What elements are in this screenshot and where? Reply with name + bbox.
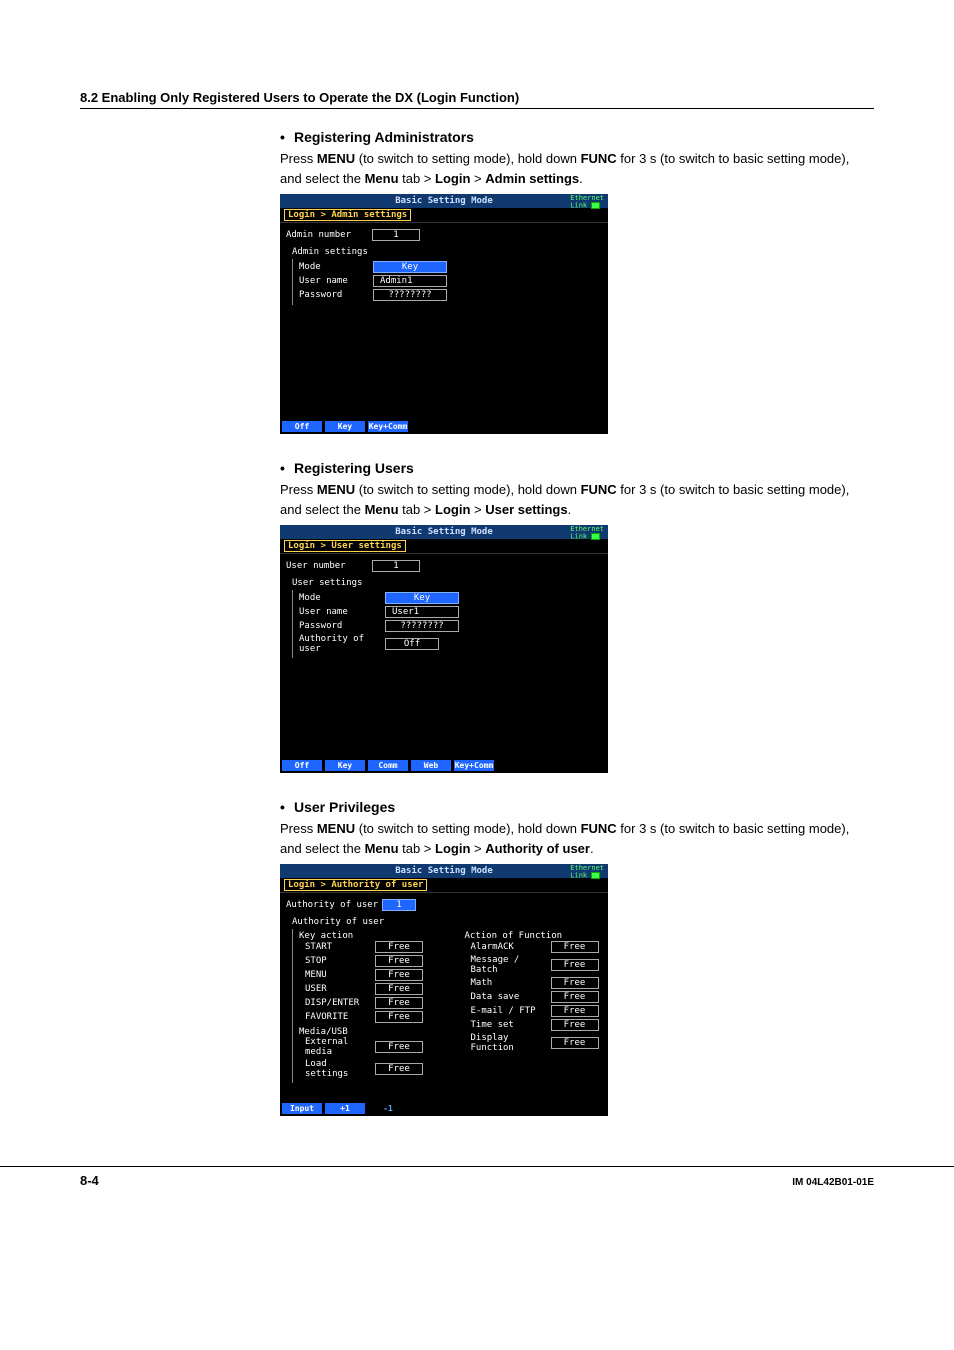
label-mode: Mode [299, 593, 385, 603]
field-loadset[interactable]: Free [375, 1063, 423, 1075]
group-authority: Authority of user [292, 917, 602, 927]
field-password[interactable]: ???????? [385, 620, 459, 632]
field-menu[interactable]: Free [375, 969, 423, 981]
subhead-users: •Registering Users [280, 460, 874, 476]
label-timeset: Time set [471, 1020, 551, 1030]
label-msgbatch: Message / Batch [471, 955, 551, 975]
label-user: USER [305, 984, 375, 994]
ethernet-indicator: Ethernet Link [570, 195, 604, 210]
label-password: Password [299, 621, 385, 631]
breadcrumb: Login > Admin settings [280, 208, 608, 223]
label-dispfunc: Display Function [471, 1033, 551, 1053]
label-stop: STOP [305, 956, 375, 966]
doc-id: IM 04L42B01-01E [792, 1177, 874, 1188]
field-username[interactable]: User1 [385, 606, 459, 618]
field-dispfunc[interactable]: Free [551, 1037, 599, 1049]
field-admin-number[interactable]: 1 [372, 229, 420, 241]
breadcrumb: Login > User settings [280, 539, 608, 554]
page-number: 8-4 [80, 1173, 99, 1188]
field-favorite[interactable]: Free [375, 1011, 423, 1023]
opt-web[interactable]: Web [411, 760, 452, 771]
link-led-icon [591, 872, 600, 879]
field-msgbatch[interactable]: Free [551, 959, 599, 971]
label-authority: Authority of user [299, 634, 385, 654]
field-dispenter[interactable]: Free [375, 997, 423, 1009]
screen-title: Basic Setting Mode Ethernet Link [280, 525, 608, 539]
label-extmedia: External media [305, 1037, 375, 1057]
head-key-action: Key action [299, 931, 437, 941]
label-loadset: Load settings [305, 1059, 375, 1079]
opt-key[interactable]: Key [325, 760, 366, 771]
field-authority[interactable]: Off [385, 638, 439, 650]
label-dispenter: DISP/ENTER [305, 998, 375, 1008]
field-stop[interactable]: Free [375, 955, 423, 967]
field-emailftp[interactable]: Free [551, 1005, 599, 1017]
field-extmedia[interactable]: Free [375, 1041, 423, 1053]
label-math: Math [471, 978, 551, 988]
field-username[interactable]: Admin1 [373, 275, 447, 287]
link-led-icon [591, 533, 600, 540]
label-authority-of-user: Authority of user [286, 900, 382, 910]
desc-admins: Press MENU (to switch to setting mode), … [280, 149, 874, 188]
field-datasave[interactable]: Free [551, 991, 599, 1003]
opt-comm[interactable]: Comm [368, 760, 409, 771]
head-action-function: Action of Function [465, 931, 603, 941]
desc-users: Press MENU (to switch to setting mode), … [280, 480, 874, 519]
group-user-settings: User settings [292, 578, 602, 588]
link-led-icon [591, 202, 600, 209]
screen-admin-settings: Basic Setting Mode Ethernet Link Login >… [280, 194, 608, 434]
field-user-number[interactable]: 1 [372, 560, 420, 572]
label-user-number: User number [286, 561, 372, 571]
label-mode: Mode [299, 262, 373, 272]
field-timeset[interactable]: Free [551, 1019, 599, 1031]
field-user[interactable]: Free [375, 983, 423, 995]
field-start[interactable]: Free [375, 941, 423, 953]
label-admin-number: Admin number [286, 230, 372, 240]
opt-minus1[interactable]: -1 [368, 1103, 409, 1114]
screen-title: Basic Setting Mode Ethernet Link [280, 864, 608, 878]
label-alarmack: AlarmACK [471, 942, 551, 952]
field-authority-num[interactable]: 1 [382, 899, 416, 911]
label-datasave: Data save [471, 992, 551, 1002]
page-section-heading: 8.2 Enabling Only Registered Users to Op… [80, 90, 874, 109]
opt-off[interactable]: Off [282, 421, 323, 432]
head-media-usb: Media/USB [299, 1027, 437, 1037]
subhead-admins: •Registering Administrators [280, 129, 874, 145]
opt-plus1[interactable]: +1 [325, 1103, 366, 1114]
field-alarmack[interactable]: Free [551, 941, 599, 953]
desc-privileges: Press MENU (to switch to setting mode), … [280, 819, 874, 858]
label-menu: MENU [305, 970, 375, 980]
opt-off[interactable]: Off [282, 760, 323, 771]
opt-keycomm[interactable]: Key+Comm [368, 421, 409, 432]
label-favorite: FAVORITE [305, 1012, 375, 1022]
ethernet-indicator: Ethernet Link [570, 526, 604, 541]
field-password[interactable]: ???????? [373, 289, 447, 301]
label-password: Password [299, 290, 373, 300]
opt-keycomm[interactable]: Key+Comm [454, 760, 495, 771]
ethernet-indicator: Ethernet Link [570, 865, 604, 880]
subhead-privileges: •User Privileges [280, 799, 874, 815]
label-username: User name [299, 276, 373, 286]
label-emailftp: E-mail / FTP [471, 1006, 551, 1016]
field-math[interactable]: Free [551, 977, 599, 989]
field-mode[interactable]: Key [373, 261, 447, 273]
field-mode[interactable]: Key [385, 592, 459, 604]
screen-authority: Basic Setting Mode Ethernet Link Login >… [280, 864, 608, 1116]
label-start: START [305, 942, 375, 952]
screen-user-settings: Basic Setting Mode Ethernet Link Login >… [280, 525, 608, 773]
breadcrumb: Login > Authority of user [280, 878, 608, 893]
screen-title: Basic Setting Mode Ethernet Link [280, 194, 608, 208]
opt-input[interactable]: Input [282, 1103, 323, 1114]
opt-key[interactable]: Key [325, 421, 366, 432]
group-admin-settings: Admin settings [292, 247, 602, 257]
label-username: User name [299, 607, 385, 617]
